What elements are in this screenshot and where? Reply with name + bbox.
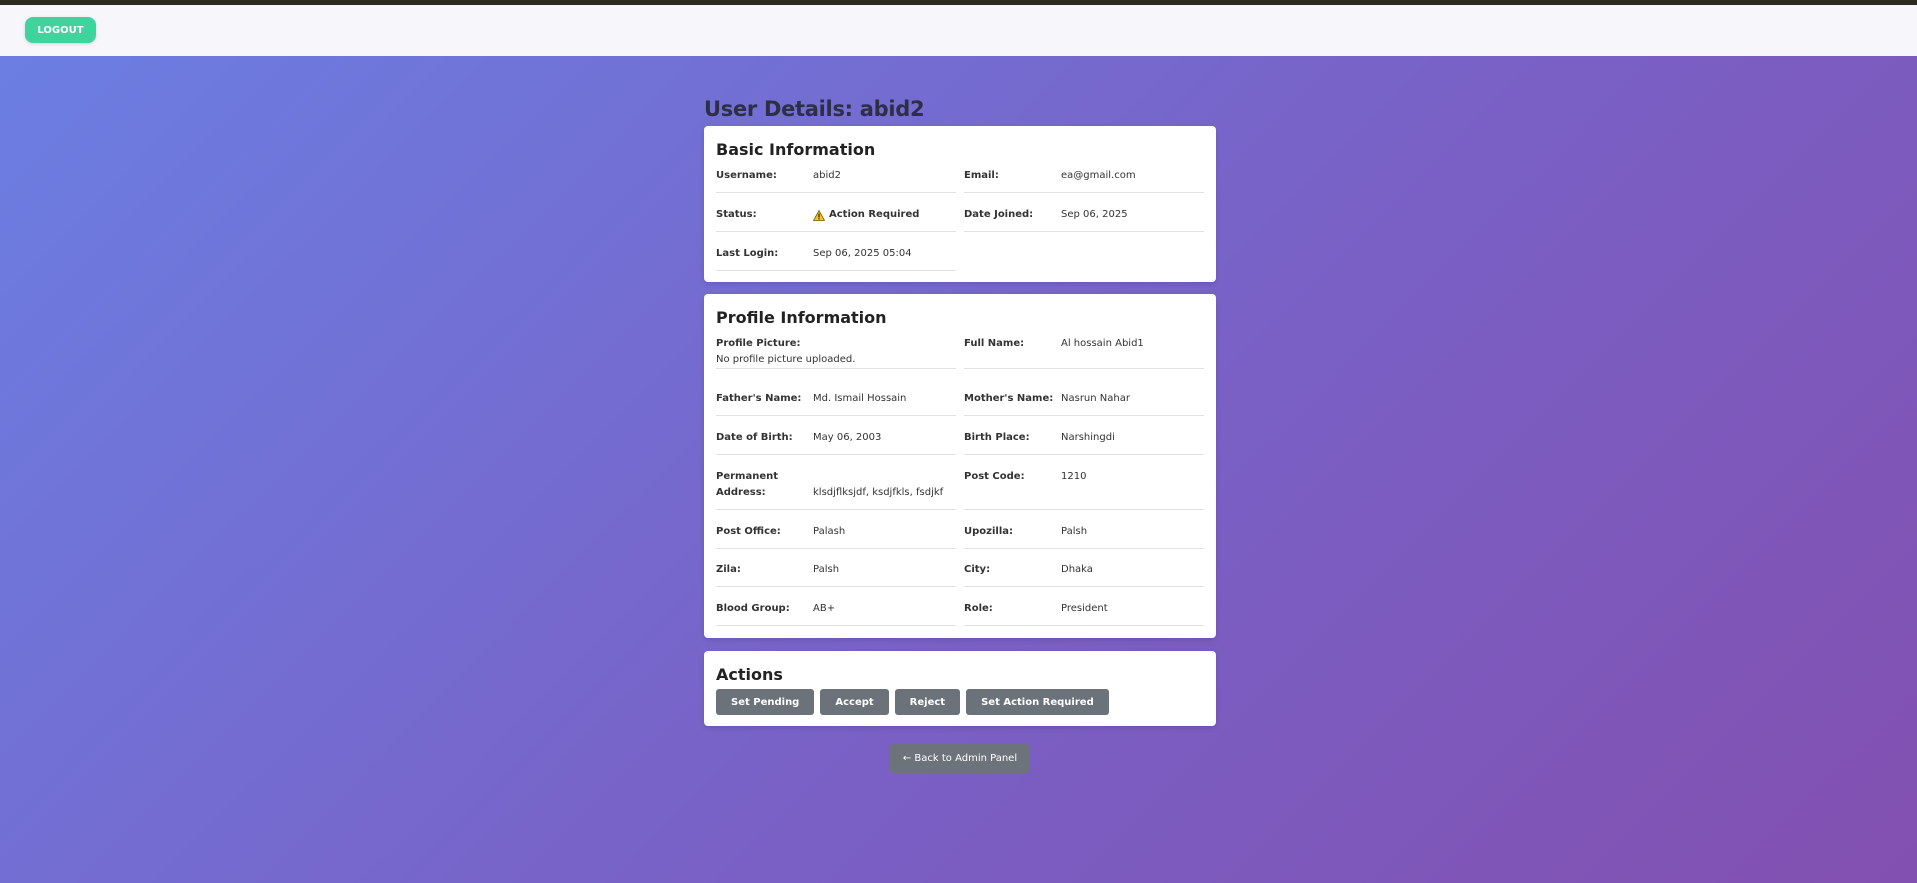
fathers-name-label: Father's Name: [716,393,802,404]
blood-group-value: AB+ [813,603,836,614]
fathers-name-value: Md. Ismail Hossain [813,393,907,404]
post-office-value: Palash [813,526,846,537]
full-name-row: Full Name: Al hossain Abid1 [964,336,1204,369]
post-code-label: Post Code: [964,471,1025,482]
date-of-birth-value: May 06, 2003 [813,432,882,443]
birth-place-label: Birth Place: [964,432,1030,443]
status-row: Status: Action Required [716,207,956,232]
fathers-name-row: Father's Name: Md. Ismail Hossain [716,391,956,416]
full-name-value: Al hossain Abid1 [1061,338,1144,349]
last-login-label: Last Login: [716,248,779,259]
basic-information-title: Basic Information [716,140,876,159]
zila-row: Zila: Palsh [716,562,956,587]
date-of-birth-label: Date of Birth: [716,432,793,443]
set-pending-button[interactable]: Set Pending [716,689,815,715]
upozilla-value: Palsh [1061,526,1088,537]
birth-place-value: Narshingdi [1061,432,1115,443]
role-label: Role: [964,603,993,614]
city-label: City: [964,564,991,575]
status-value: Action Required [813,207,919,223]
profile-picture-label: Profile Picture: [716,338,801,349]
mothers-name-label: Mother's Name: [964,393,1054,404]
last-login-value: Sep 06, 2025 05:04 [813,248,912,259]
email-value: ea@gmail.com [1061,170,1136,181]
accept-button[interactable]: Accept [820,689,889,715]
date-joined-value: Sep 06, 2025 [1061,209,1128,220]
mothers-name-row: Mother's Name: Nasrun Nahar [964,391,1204,416]
role-value: President [1061,603,1108,614]
upozilla-row: Upozilla: Palsh [964,524,1204,549]
permanent-address-label: Permanent Address: [716,471,779,498]
actions-title: Actions [716,665,783,684]
email-row: Email: ea@gmail.com [964,168,1204,193]
set-action-required-button[interactable]: Set Action Required [966,689,1109,715]
status-label: Status: [716,209,757,220]
city-value: Dhaka [1061,564,1093,575]
status-text: Action Required [829,209,920,220]
blood-group-label: Blood Group: [716,603,790,614]
profile-picture-row: Profile Picture: No profile picture uplo… [716,336,956,369]
back-to-admin-panel-button[interactable]: ← Back to Admin Panel [890,744,1030,773]
last-login-row: Last Login: Sep 06, 2025 05:04 [716,246,956,271]
profile-information-title: Profile Information [716,308,887,327]
username-label: Username: [716,170,777,181]
post-office-row: Post Office: Palash [716,524,956,549]
upozilla-label: Upozilla: [964,526,1013,537]
birth-place-row: Birth Place: Narshingdi [964,430,1204,455]
role-row: Role: President [964,601,1204,626]
post-code-value: 1210 [1061,471,1087,482]
permanent-address-row: Permanent Address: klsdjflksjdf, ksdjfkl… [716,469,956,510]
blood-group-row: Blood Group: AB+ [716,601,956,626]
post-code-row: Post Code: 1210 [964,469,1204,510]
warning-icon [813,209,825,221]
zila-value: Palsh [813,564,840,575]
city-row: City: Dhaka [964,562,1204,587]
profile-information-card: Profile Information Profile Picture: No … [704,294,1216,638]
actions-card: Actions Set Pending Accept Reject Set Ac… [704,651,1216,726]
mothers-name-value: Nasrun Nahar [1061,393,1130,404]
date-joined-label: Date Joined: [964,209,1034,220]
date-joined-row: Date Joined: Sep 06, 2025 [964,207,1204,232]
email-label: Email: [964,170,999,181]
post-office-label: Post Office: [716,526,781,537]
reject-button[interactable]: Reject [894,689,961,715]
full-name-label: Full Name: [964,338,1025,349]
basic-information-card: Basic Information Username: abid2 Email:… [704,126,1216,282]
page-title: User Details: abid2 [704,97,925,121]
date-of-birth-row: Date of Birth: May 06, 2003 [716,430,956,455]
actions-bar: Set Pending Accept Reject Set Action Req… [716,689,1109,715]
logout-button[interactable]: LOGOUT [25,17,96,43]
zila-label: Zila: [716,564,741,575]
top-bar: LOGOUT [0,0,1917,56]
username-row: Username: abid2 [716,168,956,193]
username-value: abid2 [813,170,841,181]
profile-picture-value: No profile picture uploaded. [716,354,856,365]
permanent-address-value: klsdjflksjdf, ksdjfkls, fsdjkf [813,487,944,498]
